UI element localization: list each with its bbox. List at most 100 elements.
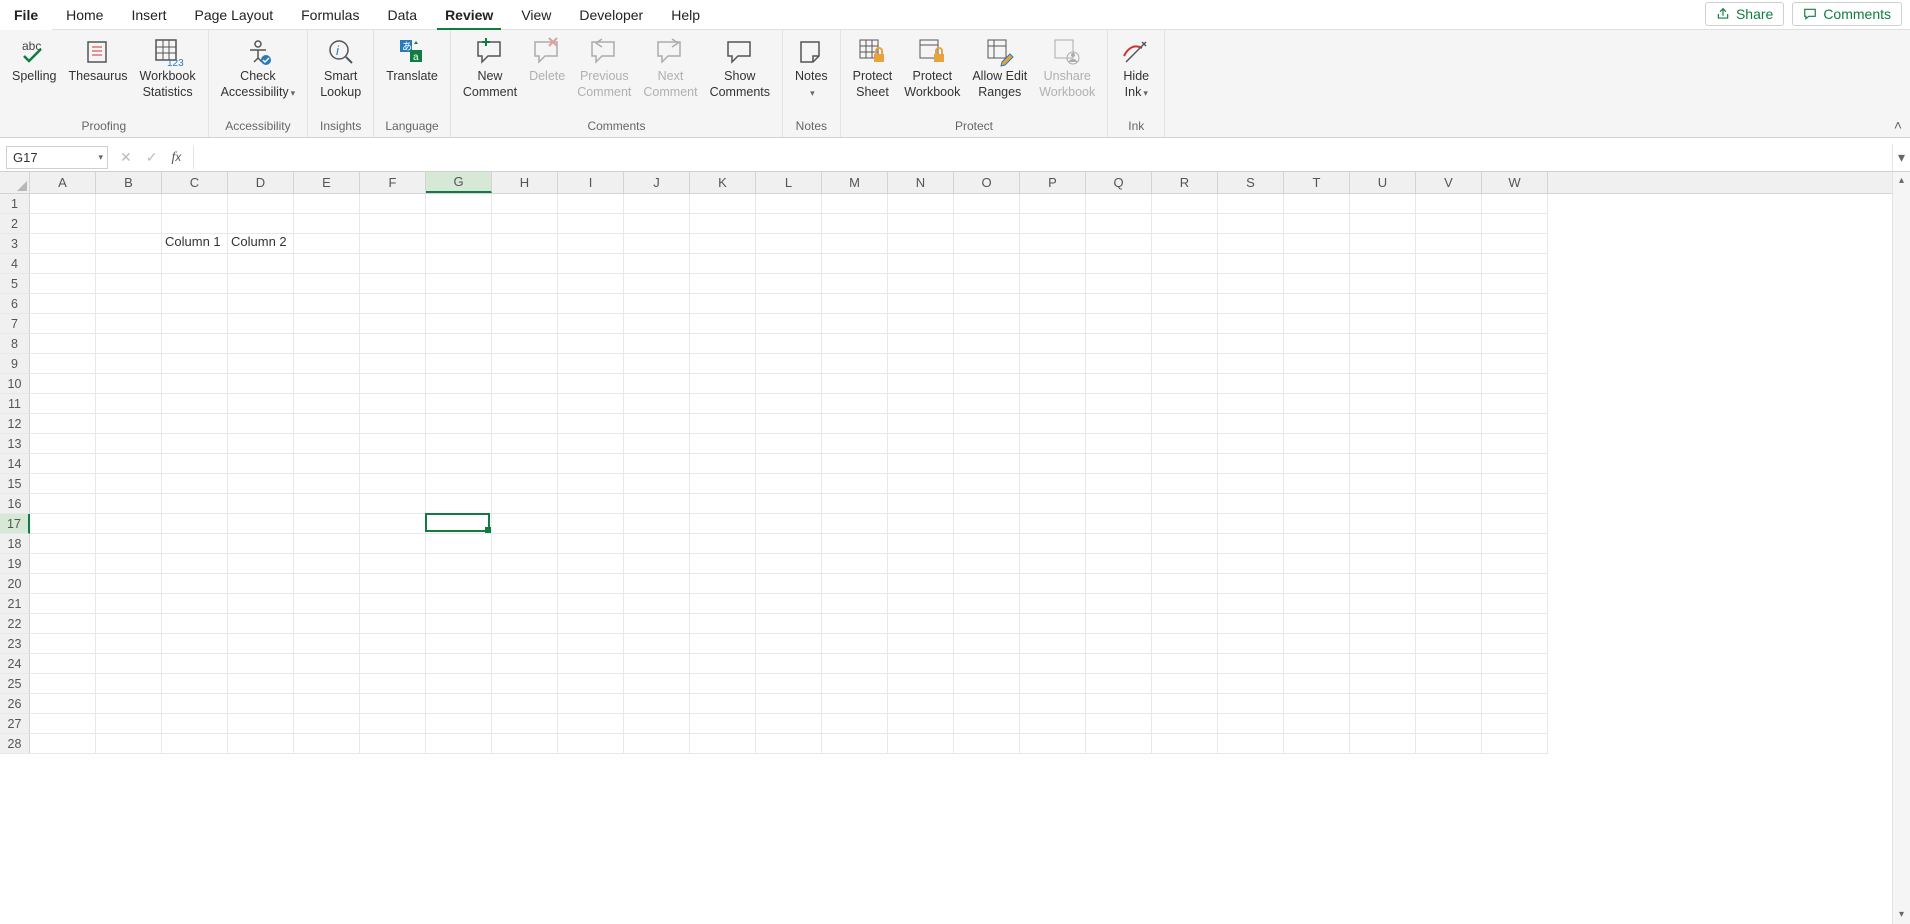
tab-page-layout[interactable]: Page Layout [181,0,288,30]
cell-F6[interactable] [360,294,426,314]
cell-P19[interactable] [1020,554,1086,574]
cell-B12[interactable] [96,414,162,434]
cell-S4[interactable] [1218,254,1284,274]
cell-A9[interactable] [30,354,96,374]
cell-N4[interactable] [888,254,954,274]
cell-L19[interactable] [756,554,822,574]
cell-W16[interactable] [1482,494,1548,514]
cell-Q15[interactable] [1086,474,1152,494]
cell-F28[interactable] [360,734,426,754]
cell-D2[interactable] [228,214,294,234]
cell-M23[interactable] [822,634,888,654]
cell-S25[interactable] [1218,674,1284,694]
cell-H22[interactable] [492,614,558,634]
cell-I18[interactable] [558,534,624,554]
cell-U17[interactable] [1350,514,1416,534]
cell-C13[interactable] [162,434,228,454]
cell-E23[interactable] [294,634,360,654]
cell-C24[interactable] [162,654,228,674]
row-header-19[interactable]: 19 [0,554,30,574]
cell-L17[interactable] [756,514,822,534]
cell-N21[interactable] [888,594,954,614]
cell-S8[interactable] [1218,334,1284,354]
cell-U2[interactable] [1350,214,1416,234]
cell-C28[interactable] [162,734,228,754]
cell-A21[interactable] [30,594,96,614]
cell-S20[interactable] [1218,574,1284,594]
row-header-12[interactable]: 12 [0,414,30,434]
cell-V14[interactable] [1416,454,1482,474]
cell-D18[interactable] [228,534,294,554]
cell-N7[interactable] [888,314,954,334]
cell-L3[interactable] [756,234,822,254]
cell-E7[interactable] [294,314,360,334]
cell-D7[interactable] [228,314,294,334]
cell-B7[interactable] [96,314,162,334]
row-header-20[interactable]: 20 [0,574,30,594]
row-header-2[interactable]: 2 [0,214,30,234]
cell-H7[interactable] [492,314,558,334]
cell-B1[interactable] [96,194,162,214]
cell-B20[interactable] [96,574,162,594]
cell-V12[interactable] [1416,414,1482,434]
cell-P6[interactable] [1020,294,1086,314]
cell-F9[interactable] [360,354,426,374]
cell-R10[interactable] [1152,374,1218,394]
cell-W4[interactable] [1482,254,1548,274]
cell-B2[interactable] [96,214,162,234]
cell-V3[interactable] [1416,234,1482,254]
cell-D27[interactable] [228,714,294,734]
cell-U23[interactable] [1350,634,1416,654]
cell-M22[interactable] [822,614,888,634]
cell-E25[interactable] [294,674,360,694]
cell-U27[interactable] [1350,714,1416,734]
cell-M11[interactable] [822,394,888,414]
cell-C3[interactable]: Column 1 [162,234,228,254]
cell-U14[interactable] [1350,454,1416,474]
cell-W1[interactable] [1482,194,1548,214]
cell-P24[interactable] [1020,654,1086,674]
cell-T28[interactable] [1284,734,1350,754]
cell-W24[interactable] [1482,654,1548,674]
column-header-H[interactable]: H [492,172,558,193]
cell-E27[interactable] [294,714,360,734]
cell-L28[interactable] [756,734,822,754]
cell-W6[interactable] [1482,294,1548,314]
cell-G11[interactable] [426,394,492,414]
cell-K28[interactable] [690,734,756,754]
cell-G1[interactable] [426,194,492,214]
cell-N3[interactable] [888,234,954,254]
cell-N13[interactable] [888,434,954,454]
cell-F10[interactable] [360,374,426,394]
cell-I19[interactable] [558,554,624,574]
column-header-N[interactable]: N [888,172,954,193]
cell-K5[interactable] [690,274,756,294]
cell-S3[interactable] [1218,234,1284,254]
cell-B25[interactable] [96,674,162,694]
cell-A27[interactable] [30,714,96,734]
cell-G20[interactable] [426,574,492,594]
cell-D21[interactable] [228,594,294,614]
cell-C2[interactable] [162,214,228,234]
cell-F13[interactable] [360,434,426,454]
cell-Q3[interactable] [1086,234,1152,254]
cell-N8[interactable] [888,334,954,354]
cell-G10[interactable] [426,374,492,394]
cell-S17[interactable] [1218,514,1284,534]
cell-U6[interactable] [1350,294,1416,314]
cell-Q22[interactable] [1086,614,1152,634]
cell-F20[interactable] [360,574,426,594]
cell-V22[interactable] [1416,614,1482,634]
cell-F2[interactable] [360,214,426,234]
cell-R26[interactable] [1152,694,1218,714]
cell-B17[interactable] [96,514,162,534]
cell-N15[interactable] [888,474,954,494]
cell-T24[interactable] [1284,654,1350,674]
cell-C21[interactable] [162,594,228,614]
cell-M10[interactable] [822,374,888,394]
cell-K15[interactable] [690,474,756,494]
cell-O25[interactable] [954,674,1020,694]
cell-C26[interactable] [162,694,228,714]
cell-R7[interactable] [1152,314,1218,334]
cell-M9[interactable] [822,354,888,374]
